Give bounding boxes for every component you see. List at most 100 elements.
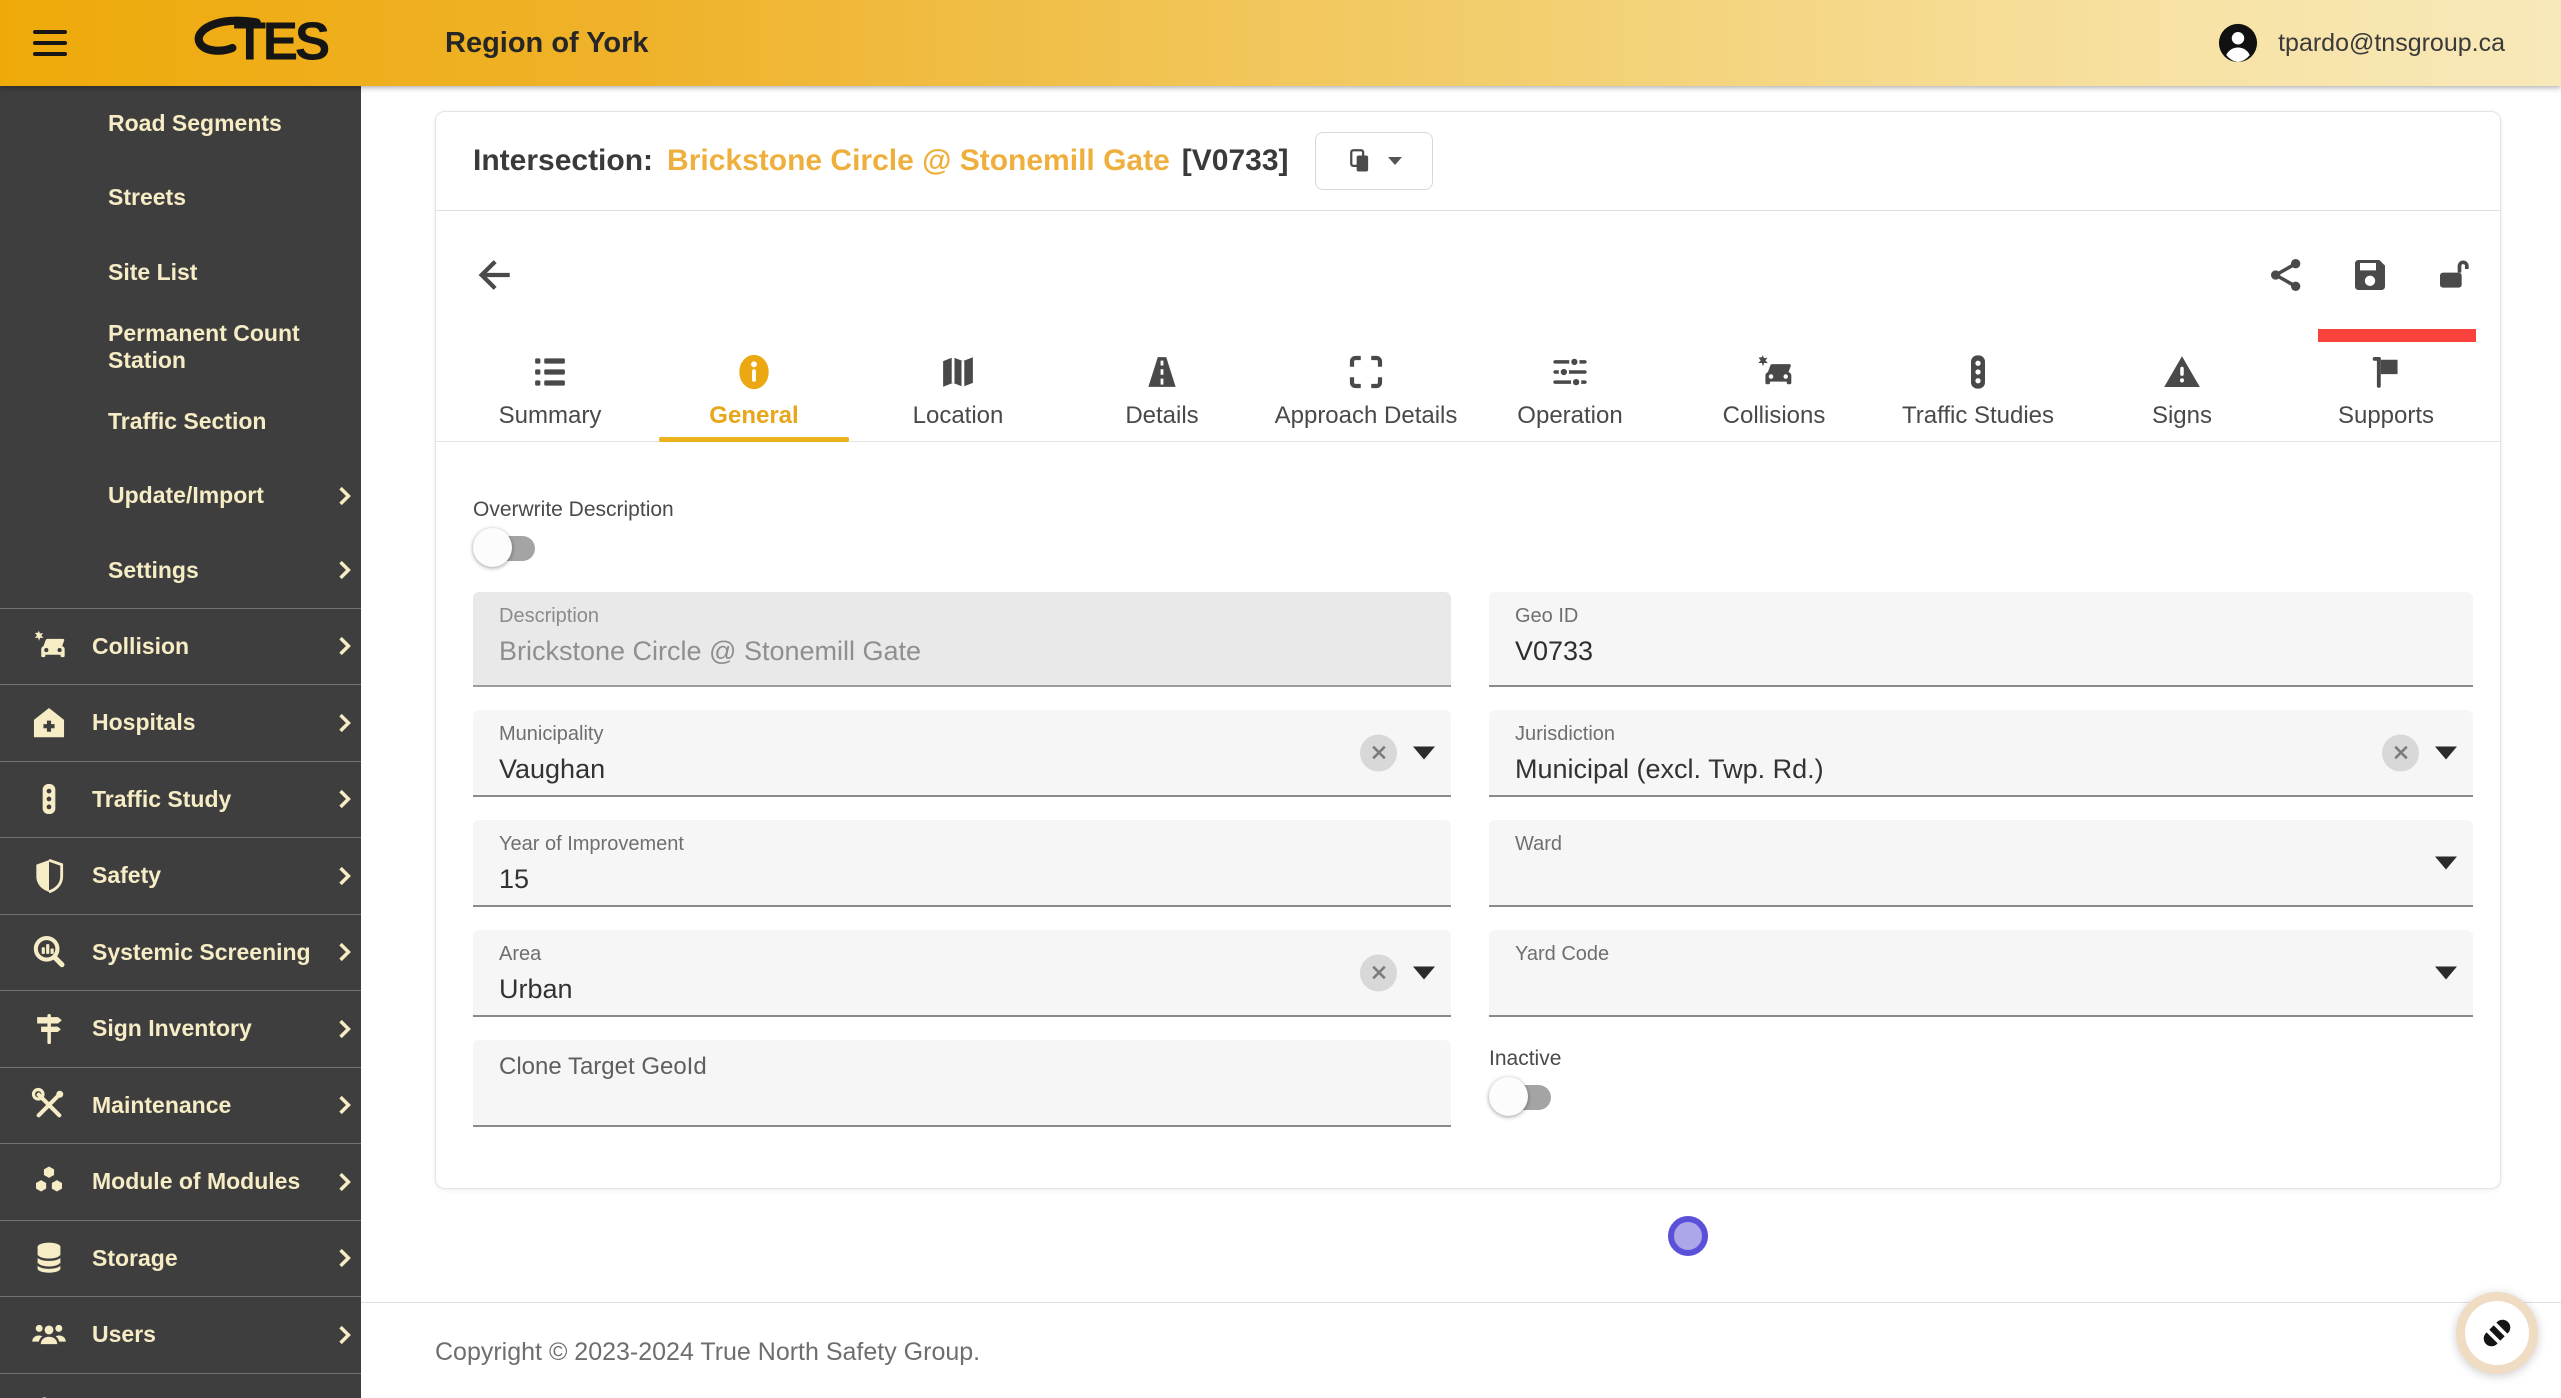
tab-details[interactable]: Details (1060, 339, 1264, 441)
tab-summary[interactable]: Summary (448, 339, 652, 441)
region-title: Region of York (445, 26, 649, 59)
sidebar-item-safety[interactable]: Safety (0, 837, 361, 914)
tab-approach-details[interactable]: Approach Details (1264, 339, 1468, 441)
sidebar-item-permanent-count-station[interactable]: Permanent Count Station (0, 310, 361, 385)
top-app-bar: TES Region of York tpardo@tnsgroup.ca (0, 0, 2561, 86)
yard-code-select[interactable]: Yard Code (1489, 930, 2473, 1017)
chevron-right-icon (338, 866, 351, 885)
intersection-name-link[interactable]: Brickstone Circle @ Stonemill Gate (667, 144, 1170, 178)
sidebar-item-site-list[interactable]: Site List (0, 235, 361, 310)
tes-logo: TES (182, 12, 357, 75)
car-crash-icon (34, 630, 65, 658)
municipality-select[interactable]: Municipality Vaughan (473, 710, 1451, 797)
chevron-down-icon[interactable] (1413, 966, 1435, 979)
sidebar-item-storage[interactable]: Storage (0, 1219, 361, 1297)
corners-icon (1349, 355, 1383, 388)
tab-location[interactable]: Location (856, 339, 1060, 441)
shield-icon (36, 858, 64, 893)
chevron-right-icon (338, 1172, 351, 1191)
ward-select[interactable]: Ward (1489, 820, 2473, 907)
chevron-right-icon (338, 943, 351, 962)
inactive-toggle[interactable] (1489, 1077, 1553, 1117)
chevron-right-icon (338, 486, 351, 505)
copyright-text: Copyright © 2023-2024 True North Safety … (435, 1338, 981, 1366)
chevron-down-icon[interactable] (2435, 746, 2457, 759)
sidebar-item-maintenance[interactable]: Maintenance (0, 1066, 361, 1144)
tab-general[interactable]: General (652, 339, 856, 442)
intersection-header: Intersection: Brickstone Circle @ Stonem… (436, 112, 2500, 211)
unlock-button[interactable] (2434, 255, 2474, 295)
list-icon (535, 357, 565, 386)
clear-icon[interactable] (1360, 954, 1397, 991)
share-button[interactable] (2266, 255, 2306, 295)
chevron-down-icon[interactable] (1413, 746, 1435, 759)
sidebar-item-collision[interactable]: Collision (0, 607, 361, 685)
tab-traffic-studies[interactable]: Traffic Studies (1876, 339, 2080, 441)
intersection-card: Intersection: Brickstone Circle @ Stonem… (435, 111, 2501, 1189)
info-icon (739, 354, 769, 389)
chevron-right-icon (338, 790, 351, 809)
tune-slider-icon (42, 1397, 46, 1398)
overwrite-description-label: Overwrite Description (473, 498, 674, 521)
footer-divider (361, 1302, 2561, 1303)
year-of-improvement-field[interactable]: Year of Improvement 15 (473, 820, 1451, 907)
car-crash-icon (1758, 354, 1792, 384)
tab-signs[interactable]: Signs (2080, 339, 2284, 441)
feedback-blob-icon (2483, 1319, 2511, 1347)
warning-triangle-icon (2164, 355, 2200, 387)
sidebar-item-road-segments[interactable]: Road Segments (0, 86, 361, 161)
intersection-code: [V0733] (1181, 144, 1289, 177)
tab-collisions[interactable]: Collisions (1672, 339, 1876, 441)
sidebar-item-hospitals[interactable]: Hospitals (0, 684, 361, 761)
chevron-down-icon (1388, 157, 1402, 165)
sidebar-item-update-import[interactable]: Update/Import (0, 459, 361, 534)
save-button[interactable] (2350, 255, 2390, 295)
main-content: Intersection: Brickstone Circle @ Stonem… (361, 86, 2561, 1398)
sidebar-item-streets[interactable]: Streets (0, 161, 361, 236)
sidebar-item-sign-inventory[interactable]: Sign Inventory (0, 990, 361, 1067)
chevron-right-icon (338, 561, 351, 580)
feedback-widget-button[interactable] (2456, 1292, 2538, 1374)
jurisdiction-select[interactable]: Jurisdiction Municipal (excl. Twp. Rd.) (1489, 710, 2473, 797)
copy-icon (1350, 149, 1369, 172)
sidebar-item-users[interactable]: Users (0, 1296, 361, 1373)
sidebar-item-traffic-section[interactable]: Traffic Section (0, 384, 361, 459)
tab-supports[interactable]: Supports (2284, 339, 2488, 441)
sidebar-item-partial[interactable] (0, 1372, 361, 1398)
road-icon (1148, 356, 1176, 387)
people-icon (32, 1324, 66, 1344)
chevron-right-icon (338, 1325, 351, 1344)
magnifier-chart-icon (33, 936, 65, 968)
sidebar-item-systemic-screening[interactable]: Systemic Screening (0, 913, 361, 991)
loading-spinner (1668, 1216, 1708, 1256)
copy-button[interactable] (1314, 132, 1433, 190)
overwrite-description-toggle[interactable] (473, 528, 537, 568)
sidebar-item-settings[interactable]: Settings (0, 533, 361, 608)
inactive-label: Inactive (1489, 1047, 1562, 1070)
intersection-label: Intersection: (473, 144, 654, 177)
user-email[interactable]: tpardo@tnsgroup.ca (2278, 29, 2505, 58)
geo-id-field[interactable]: Geo ID V0733 (1489, 592, 2473, 687)
description-field: Description Brickstone Circle @ Stonemil… (473, 592, 1451, 687)
tab-operation[interactable]: Operation (1468, 339, 1672, 441)
clear-icon[interactable] (2382, 734, 2419, 771)
sidebar-item-module-of-modules[interactable]: Module of Modules (0, 1143, 361, 1220)
back-button[interactable] (473, 254, 515, 296)
toolbar (436, 211, 2500, 342)
traffic-light-icon (42, 784, 56, 815)
menu-hamburger-icon[interactable] (33, 30, 67, 56)
clear-icon[interactable] (1360, 734, 1397, 771)
signpost-icon (37, 1013, 62, 1044)
chevron-right-icon (338, 1249, 351, 1268)
chevron-down-icon[interactable] (2435, 856, 2457, 869)
chevron-right-icon (338, 1019, 351, 1038)
sidebar-item-traffic-study[interactable]: Traffic Study (0, 760, 361, 838)
chevron-right-icon (338, 713, 351, 732)
user-avatar-icon[interactable] (2216, 21, 2260, 65)
database-icon (36, 1242, 62, 1273)
chevron-down-icon[interactable] (2435, 966, 2457, 979)
clone-target-geoid-field[interactable]: Clone Target GeoId (473, 1040, 1451, 1127)
cubes-icon (36, 1166, 62, 1192)
area-select[interactable]: Area Urban (473, 930, 1451, 1017)
general-form: Overwrite Description Description Bricks… (436, 442, 2500, 1150)
